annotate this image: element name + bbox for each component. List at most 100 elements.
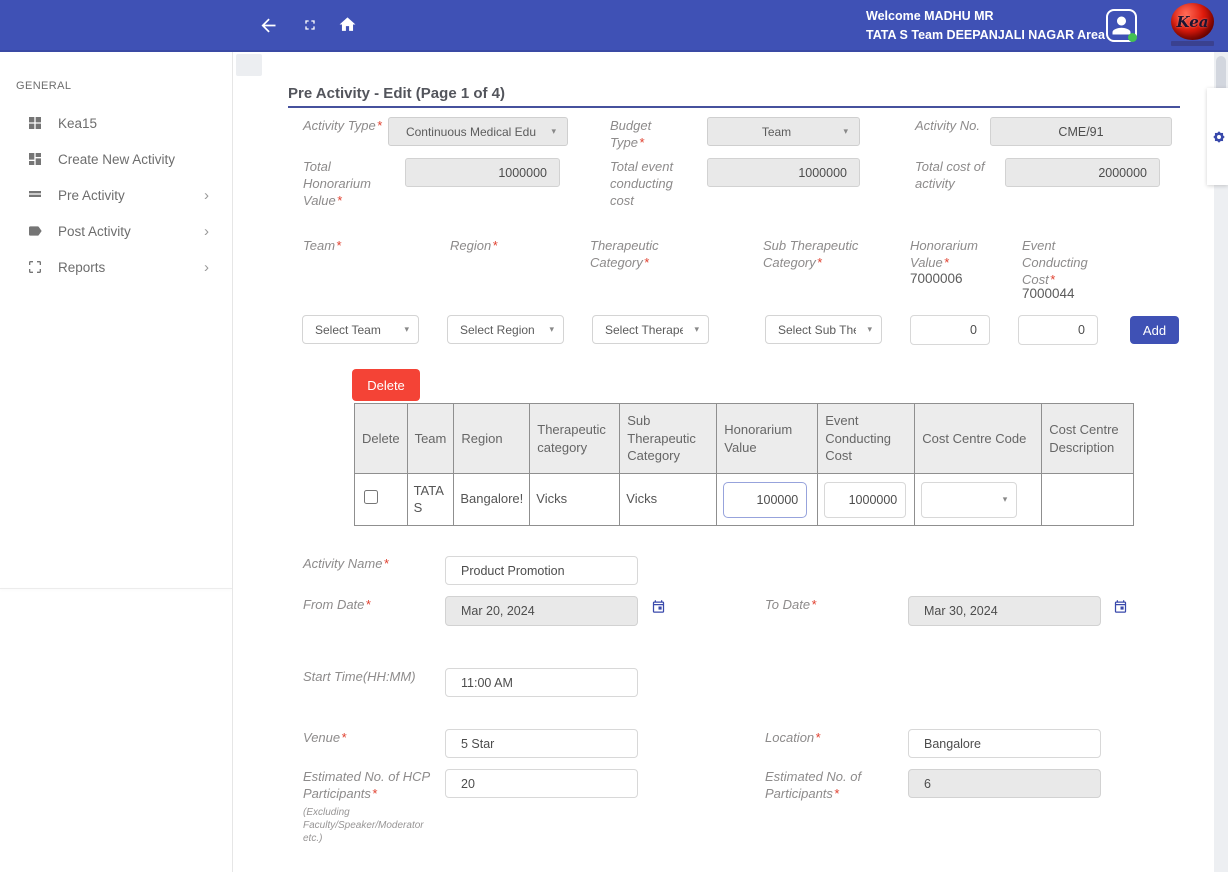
sidebar-item-label: Kea15 xyxy=(58,116,97,131)
col-header-team: Team xyxy=(407,404,454,474)
row-sub-therapeutic-cell: Vicks xyxy=(620,474,717,526)
from-date-label: From Date* xyxy=(303,597,403,614)
from-date-field[interactable] xyxy=(445,596,638,626)
caret-down-icon: ▾ xyxy=(398,324,418,335)
kea-logo-text: Kea xyxy=(1177,13,1209,31)
chevron-right-icon: › xyxy=(204,187,209,204)
sidebar-item-post-activity[interactable]: Post Activity › xyxy=(0,213,233,249)
participants-field[interactable] xyxy=(908,769,1101,798)
caret-down-icon: ▾ xyxy=(997,494,1017,506)
therapeutic-select[interactable]: Select Therape▾ xyxy=(592,315,709,344)
team-label: Team* xyxy=(303,238,393,255)
chevron-right-icon: › xyxy=(204,223,209,240)
sidebar-section-label: GENERAL xyxy=(16,80,71,92)
total-cost-label: Total cost of activity xyxy=(915,159,1001,193)
location-label: Location* xyxy=(765,730,865,747)
row-honorarium-input[interactable] xyxy=(723,482,807,518)
sidebar-item-label: Pre Activity xyxy=(58,188,125,203)
team-select[interactable]: Select Team▾ xyxy=(302,315,419,344)
total-honorarium-field[interactable] xyxy=(405,158,560,187)
top-navbar: Welcome MADHU MR TATA S Team DEEPANJALI … xyxy=(0,0,1228,52)
col-header-cost-centre-description: Cost Centre Description xyxy=(1042,404,1134,474)
from-date-calendar-icon[interactable] xyxy=(651,599,667,615)
welcome-text: Welcome MADHU MR TATA S Team DEEPANJALI … xyxy=(866,7,1105,46)
chevron-right-icon: › xyxy=(204,259,209,276)
delete-button[interactable]: Delete xyxy=(352,369,420,401)
region-select[interactable]: Select Region ▾ xyxy=(447,315,564,344)
participants-label: Estimated No. of Participants* xyxy=(765,769,885,803)
back-arrow-icon[interactable] xyxy=(258,15,279,41)
col-header-sub-therapeutic: Sub Therapeutic Category xyxy=(620,404,717,474)
budget-type-select[interactable]: Team ▾ xyxy=(707,117,860,146)
region-select-placeholder: Select Region xyxy=(460,323,535,337)
caret-down-icon: ▾ xyxy=(688,324,708,335)
activity-type-select[interactable]: Continuous Medical Edu ▾ xyxy=(388,117,568,146)
sidebar-item-kea15[interactable]: Kea15 xyxy=(0,105,233,141)
to-date-field[interactable] xyxy=(908,596,1101,626)
kea-logo-sphere: Kea xyxy=(1171,3,1214,40)
budget-type-label: Budget Type* xyxy=(610,118,680,152)
grid-icon xyxy=(27,115,45,131)
sidebar-item-label: Post Activity xyxy=(58,224,131,239)
fullscreen-icon[interactable] xyxy=(302,17,318,38)
caret-down-icon: ▾ xyxy=(861,324,881,335)
online-status-dot xyxy=(1128,33,1137,42)
activity-no-field[interactable] xyxy=(990,117,1172,146)
col-header-cost-centre-code: Cost Centre Code xyxy=(915,404,1042,474)
settings-fab[interactable] xyxy=(1207,88,1228,185)
row-cost-centre-description-cell xyxy=(1042,474,1134,526)
total-event-cost-label: Total event conducting cost xyxy=(610,159,694,210)
page-title: Pre Activity - Edit (Page 1 of 4) xyxy=(288,85,505,102)
therapeutic-category-label: Therapeutic Category* xyxy=(590,238,686,272)
total-cost-field[interactable] xyxy=(1005,158,1160,187)
total-event-cost-field[interactable] xyxy=(707,158,860,187)
venue-input[interactable] xyxy=(445,729,638,758)
event-cost-budget-value: 7000044 xyxy=(1022,286,1075,301)
honorarium-value-input[interactable] xyxy=(910,315,990,345)
row-cost-centre-select[interactable]: ▾ xyxy=(921,482,1017,518)
col-header-delete: Delete xyxy=(355,404,408,474)
add-button[interactable]: Add xyxy=(1130,316,1179,344)
sidebar-item-pre-activity[interactable]: Pre Activity › xyxy=(0,177,233,213)
user-avatar-icon[interactable] xyxy=(1106,9,1137,42)
sidebar-item-reports[interactable]: Reports › xyxy=(0,249,233,285)
sub-therapeutic-select[interactable]: Select Sub The▾ xyxy=(765,315,882,344)
hcp-participants-label: Estimated No. of HCP Participants* (Excl… xyxy=(303,769,441,845)
activity-type-label: Activity Type* xyxy=(303,118,389,135)
row-team-cell: TATA S xyxy=(407,474,454,526)
honorarium-budget-value: 7000006 xyxy=(910,271,963,286)
title-underline xyxy=(288,106,1180,108)
start-time-input[interactable] xyxy=(445,668,638,697)
dashboard-icon xyxy=(27,151,45,167)
sidebar-item-create-new-activity[interactable]: Create New Activity xyxy=(0,141,233,177)
hcp-participants-note: (Excluding Faculty/Speaker/Moderator etc… xyxy=(303,806,441,845)
activity-name-input[interactable] xyxy=(445,556,638,585)
welcome-line1: Welcome MADHU MR xyxy=(866,7,1105,26)
budget-type-value: Team xyxy=(762,125,805,139)
caret-down-icon: ▾ xyxy=(543,324,563,335)
event-cost-input[interactable] xyxy=(1018,315,1098,345)
row-event-cost-input[interactable] xyxy=(824,482,906,518)
sidebar-item-label: Reports xyxy=(58,260,105,275)
hcp-participants-input[interactable] xyxy=(445,769,638,798)
content-scroll-notch xyxy=(236,54,262,76)
gear-icon xyxy=(1210,124,1228,150)
sidebar-divider xyxy=(0,588,232,589)
start-time-label: Start Time(HH:MM) xyxy=(303,669,463,686)
kea-logo[interactable]: Kea xyxy=(1171,3,1214,47)
home-icon[interactable] xyxy=(338,15,357,39)
row-region-cell: Bangalore! xyxy=(454,474,530,526)
location-input[interactable] xyxy=(908,729,1101,758)
allocation-table: Delete Team Region Therapeutic category … xyxy=(354,403,1134,526)
crop-free-icon xyxy=(27,259,45,275)
to-date-calendar-icon[interactable] xyxy=(1113,599,1129,615)
row-delete-checkbox[interactable] xyxy=(364,490,378,504)
sidebar-item-label: Create New Activity xyxy=(58,152,175,167)
event-conducting-cost-label: Event Conducting Cost* xyxy=(1022,238,1108,289)
honorarium-value-label: Honorarium Value* xyxy=(910,238,996,272)
app-window: Welcome MADHU MR TATA S Team DEEPANJALI … xyxy=(0,0,1228,872)
rows-icon xyxy=(27,187,45,203)
welcome-line2: TATA S Team DEEPANJALI NAGAR Area xyxy=(866,26,1105,45)
caret-down-icon: ▾ xyxy=(837,126,857,137)
col-header-region: Region xyxy=(454,404,530,474)
